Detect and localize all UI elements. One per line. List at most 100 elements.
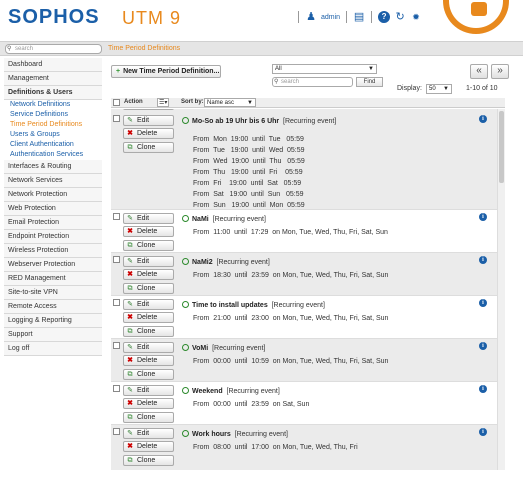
row-checkbox[interactable] bbox=[113, 115, 120, 122]
entry-title: NaMi2 [Recurring event] bbox=[182, 258, 270, 266]
display-label: Display: bbox=[397, 85, 422, 92]
sidebar-item[interactable]: Time Period Definitions bbox=[4, 120, 102, 130]
edit-button[interactable]: ✎ Edit bbox=[123, 342, 174, 353]
delete-icon: ✖ bbox=[127, 271, 133, 278]
entry-time: From 21:00 until 23:00 on Mon, Tue, Wed,… bbox=[193, 315, 389, 322]
sidebar-item[interactable]: Network Services bbox=[4, 174, 102, 188]
list-item: ⧉Clone✎Edit✖Delete⧉CloneMo-So ab 19 Uhr … bbox=[111, 109, 497, 210]
entry-time: From Thu 19:00 until Fri 05:59 bbox=[193, 169, 303, 176]
info-icon[interactable]: i bbox=[479, 342, 487, 350]
info-icon[interactable]: i bbox=[479, 115, 487, 123]
info-icon[interactable]: i bbox=[479, 299, 487, 307]
sidebar-item[interactable]: Endpoint Protection bbox=[4, 230, 102, 244]
row-checkbox[interactable] bbox=[113, 342, 120, 349]
edit-label: Edit bbox=[137, 258, 150, 265]
delete-icon: ✖ bbox=[127, 443, 133, 450]
info-icon[interactable]: i bbox=[479, 385, 487, 393]
top-bar: ⚲ search Time Period Definitions bbox=[0, 41, 523, 56]
sidebar-item[interactable]: Site-to-site VPN bbox=[4, 286, 102, 300]
sidebar-item[interactable]: Logging & Reporting bbox=[4, 314, 102, 328]
edit-button[interactable]: ✎ Edit bbox=[123, 256, 174, 267]
scrollbar-thumb[interactable] bbox=[499, 111, 504, 183]
delete-button[interactable]: ✖ Delete bbox=[123, 355, 174, 366]
clone-button[interactable]: ⧉Clone bbox=[123, 412, 174, 423]
clone-button[interactable]: ⧉Clone bbox=[123, 283, 174, 294]
sidebar-item[interactable]: Authentication Services bbox=[4, 150, 102, 160]
help-icon[interactable]: ? bbox=[378, 11, 391, 23]
sidebar-item[interactable]: Remote Access bbox=[4, 300, 102, 314]
sidebar-item[interactable]: Service Definitions bbox=[4, 110, 102, 120]
menu-search-input[interactable]: ⚲ search bbox=[5, 44, 102, 54]
edit-button[interactable]: ✎ Edit bbox=[123, 213, 174, 224]
sidebar-item[interactable]: Log off bbox=[4, 342, 102, 356]
time-period-list: ⧉ Clone ✎ Edit ✖ Delete ⧉ Clone Mo-So ab 19 Uhr … bbox=[111, 109, 497, 470]
list-scrollbar[interactable] bbox=[497, 109, 505, 470]
sort-select[interactable]: Name asc ▼ bbox=[204, 98, 256, 107]
delete-button[interactable]: ✖ Delete bbox=[123, 441, 174, 452]
select-all-checkbox[interactable] bbox=[113, 99, 120, 106]
reload-icon[interactable]: ↻ bbox=[394, 11, 406, 23]
sidebar-item[interactable]: Definitions & Users bbox=[4, 86, 102, 100]
sidebar-item[interactable]: Network Protection bbox=[4, 188, 102, 202]
delete-button[interactable]: ✖ Delete bbox=[123, 128, 174, 139]
clock-icon bbox=[182, 387, 189, 394]
info-icon[interactable]: i bbox=[479, 213, 487, 221]
entry-name: Work hours bbox=[192, 431, 231, 438]
display-count-select[interactable]: 50 ▼ bbox=[426, 84, 452, 94]
sidebar-item[interactable]: Client Authentication bbox=[4, 140, 102, 150]
sidebar-item[interactable]: Dashboard bbox=[4, 58, 102, 72]
row-checkbox[interactable] bbox=[113, 385, 120, 392]
clone-button[interactable]: ⧉Clone bbox=[123, 326, 174, 337]
sidebar-item[interactable]: Support bbox=[4, 328, 102, 342]
clone-button[interactable]: ⧉Clone bbox=[123, 109, 174, 110]
sidebar-item[interactable]: Email Protection bbox=[4, 216, 102, 230]
row-checkbox[interactable] bbox=[113, 256, 120, 263]
sidebar-item[interactable]: Web Protection bbox=[4, 202, 102, 216]
username[interactable]: admin bbox=[321, 14, 340, 21]
sidebar-item[interactable]: Users & Groups bbox=[4, 130, 102, 140]
row-checkbox[interactable] bbox=[113, 299, 120, 306]
row-checkbox[interactable] bbox=[113, 213, 120, 220]
clone-button[interactable]: ⧉Clone bbox=[123, 455, 174, 466]
delete-button[interactable]: ✖ Delete bbox=[123, 398, 174, 409]
info-icon[interactable]: i bbox=[479, 256, 487, 264]
delete-button[interactable]: ✖ Delete bbox=[123, 312, 174, 323]
edit-label: Edit bbox=[137, 301, 150, 308]
find-button[interactable]: Find bbox=[356, 77, 383, 87]
clone-button[interactable]: ⧉Clone bbox=[123, 369, 174, 380]
sidebar-item[interactable]: Wireless Protection bbox=[4, 244, 102, 258]
edit-icon: ✎ bbox=[127, 301, 133, 308]
product-name: UTM 9 bbox=[122, 8, 181, 28]
search-icon: ⚲ bbox=[7, 46, 12, 52]
sidebar-item[interactable]: Interfaces & Routing bbox=[4, 160, 102, 174]
edit-label: Edit bbox=[137, 117, 150, 124]
next-page-button[interactable]: » bbox=[491, 64, 509, 79]
display-value: 50 bbox=[429, 86, 436, 92]
clone-button[interactable]: ⧉Clone bbox=[123, 142, 174, 153]
entry-time: From Fri 19:00 until Sat 05:59 bbox=[193, 180, 302, 187]
edit-button[interactable]: ✎ Edit bbox=[123, 115, 174, 126]
new-time-period-button[interactable]: + New Time Period Definition... bbox=[111, 65, 221, 78]
list-item: ✎ Edit ✖ Delete ⧉ Clone Weekend [Recurring eve… bbox=[111, 382, 497, 425]
user-icon[interactable]: ♟ bbox=[305, 11, 317, 23]
sidebar-item[interactable]: Network Definitions bbox=[4, 100, 102, 110]
clone-icon: ⧉ bbox=[127, 457, 133, 464]
filter-select[interactable]: All ▼ bbox=[272, 64, 377, 74]
delete-button[interactable]: ✖ Delete bbox=[123, 269, 174, 280]
clipboard-icon[interactable]: ▤ bbox=[353, 11, 365, 23]
list-search-input[interactable]: ⚲ search bbox=[272, 77, 353, 87]
delete-label: Delete bbox=[137, 400, 158, 407]
sidebar-item[interactable]: Webserver Protection bbox=[4, 258, 102, 272]
sidebar-item[interactable]: RED Management bbox=[4, 272, 102, 286]
column-menu-icon[interactable]: ☰▾ bbox=[157, 98, 170, 107]
row-checkbox[interactable] bbox=[113, 428, 120, 435]
edit-button[interactable]: ✎ Edit bbox=[123, 385, 174, 396]
delete-button[interactable]: ✖ Delete bbox=[123, 226, 174, 237]
edit-button[interactable]: ✎ Edit bbox=[123, 428, 174, 439]
info-icon[interactable]: i bbox=[479, 428, 487, 436]
edit-button[interactable]: ✎ Edit bbox=[123, 299, 174, 310]
sidebar-item[interactable]: Management bbox=[4, 72, 102, 86]
clone-button[interactable]: ⧉Clone bbox=[123, 240, 174, 251]
prev-page-button[interactable]: « bbox=[470, 64, 488, 79]
edit-icon: ✎ bbox=[127, 344, 133, 351]
